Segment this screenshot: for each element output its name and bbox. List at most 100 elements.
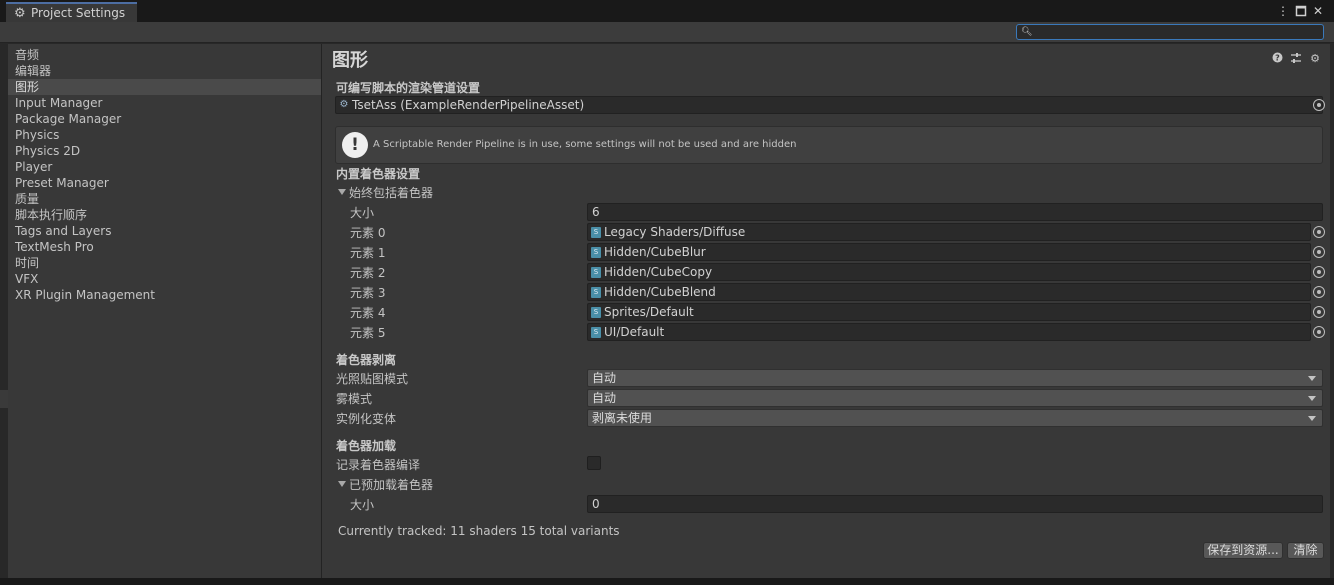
preset-icon[interactable] [1289, 52, 1303, 66]
preloaded-shaders-foldout-label[interactable]: 已预加载着色器 [349, 476, 433, 493]
log-shader-compilation-checkbox[interactable] [587, 456, 601, 470]
srp-asset-field[interactable]: ⚙ TsetAss (ExampleRenderPipelineAsset) [335, 96, 1323, 114]
window-bottom-edge [0, 578, 1334, 585]
shader-loading-section-header: 着色器加载 [336, 439, 397, 453]
element-shader-field[interactable]: S UI/Default [587, 323, 1311, 341]
sidebar-item-quality[interactable]: 质量 [8, 191, 321, 207]
shader-icon: S [591, 327, 601, 338]
instancing-variants-value: 剥离未使用 [592, 411, 653, 425]
chevron-down-icon [1308, 396, 1316, 401]
search-icon: 🔍︎ [1021, 27, 1033, 37]
shader-stripping-section-header: 着色器剥离 [336, 353, 397, 367]
sidebar-item-vfx[interactable]: VFX [8, 271, 321, 287]
fog-modes-dropdown[interactable]: 自动 [587, 389, 1323, 407]
sidebar-item-audio[interactable]: 音频 [8, 47, 321, 63]
sidebar-item-xr-plugin-management[interactable]: XR Plugin Management [8, 287, 321, 303]
element-shader-field[interactable]: S Sprites/Default [587, 303, 1311, 321]
object-picker-icon[interactable] [1313, 306, 1325, 318]
sidebar-item-input-manager[interactable]: Input Manager [8, 95, 321, 111]
element-shader-value: Hidden/CubeCopy [604, 265, 713, 279]
fog-modes-label: 雾模式 [336, 392, 373, 406]
warning-icon: ! [342, 132, 368, 158]
tracked-shaders-text: Currently tracked: 11 shaders 15 total v… [338, 524, 620, 538]
svg-text:?: ? [1275, 54, 1280, 63]
instancing-variants-dropdown[interactable]: 剥离未使用 [587, 409, 1323, 427]
sidebar-item-editor[interactable]: 编辑器 [8, 63, 321, 79]
sidebar-item-textmesh-pro[interactable]: TextMesh Pro [8, 239, 321, 255]
element-shader-value: Hidden/CubeBlur [604, 245, 706, 259]
background-panel-edge [0, 390, 8, 408]
instancing-variants-label: 实例化变体 [336, 412, 397, 426]
object-picker-icon[interactable] [1313, 99, 1325, 111]
object-picker-icon[interactable] [1313, 246, 1325, 258]
always-include-size-field[interactable]: 6 [587, 203, 1323, 221]
sidebar-item-script-execution-order[interactable]: 脚本执行顺序 [8, 207, 321, 223]
save-to-asset-button[interactable]: 保存到资源... [1203, 542, 1283, 559]
sidebar-item-physics[interactable]: Physics [8, 127, 321, 143]
srp-section-header: 可编写脚本的渲染管道设置 [336, 81, 481, 95]
object-picker-icon[interactable] [1313, 266, 1325, 278]
chevron-down-icon [1308, 416, 1316, 421]
sidebar-item-graphics[interactable]: 图形 [8, 79, 321, 95]
lightmap-modes-value: 自动 [592, 371, 617, 385]
element-shader-field[interactable]: S Hidden/CubeBlend [587, 283, 1311, 301]
object-picker-icon[interactable] [1313, 286, 1325, 298]
srp-asset-value: TsetAss (ExampleRenderPipelineAsset) [352, 98, 585, 112]
log-shader-compilation-label: 记录着色器编译 [336, 458, 421, 472]
preloaded-size-label: 大小 [350, 498, 375, 512]
builtin-shader-section-header: 内置着色器设置 [336, 167, 421, 181]
element-shader-value: Legacy Shaders/Diffuse [604, 225, 746, 239]
sidebar-item-tags-and-layers[interactable]: Tags and Layers [8, 223, 321, 239]
tab-project-settings[interactable]: ⚙ Project Settings [6, 2, 137, 22]
gear-icon[interactable]: ⚙ [1308, 52, 1322, 66]
element-shader-field[interactable]: S Legacy Shaders/Diffuse [587, 223, 1311, 241]
maximize-icon[interactable] [1293, 3, 1309, 19]
element-shader-field[interactable]: S Hidden/CubeCopy [587, 263, 1311, 281]
graphics-settings-panel: 图形 ? ⚙ 可编写脚本的渲染管道设置 ⚙ TsetAss (ExampleRe… [322, 44, 1330, 578]
tab-bar: ⚙ Project Settings ⋮ ✕ [0, 0, 1334, 22]
element-label: 元素 4 [350, 306, 386, 320]
always-include-size-label: 大小 [350, 206, 375, 220]
help-box-message: A Scriptable Render Pipeline is in use, … [373, 139, 797, 150]
element-label: 元素 0 [350, 226, 386, 240]
tab-label: Project Settings [31, 6, 126, 20]
sidebar-item-physics-2d[interactable]: Physics 2D [8, 143, 321, 159]
sidebar-item-preset-manager[interactable]: Preset Manager [8, 175, 321, 191]
close-icon[interactable]: ✕ [1310, 3, 1326, 19]
shader-icon: S [591, 287, 601, 298]
lightmap-modes-label: 光照贴图模式 [336, 372, 409, 386]
object-picker-icon[interactable] [1313, 226, 1325, 238]
page-title: 图形 [332, 50, 368, 71]
search-input[interactable]: 🔍︎ [1016, 24, 1324, 40]
shader-icon: S [591, 227, 601, 238]
kebab-menu-icon[interactable]: ⋮ [1275, 3, 1291, 19]
fog-modes-value: 自动 [592, 391, 617, 405]
element-label: 元素 2 [350, 266, 386, 280]
element-shader-value: Hidden/CubeBlend [604, 285, 716, 299]
always-include-foldout-label[interactable]: 始终包括着色器 [349, 184, 433, 201]
sidebar-item-time[interactable]: 时间 [8, 255, 321, 271]
chevron-down-icon [1308, 376, 1316, 381]
help-icon[interactable]: ? [1270, 52, 1284, 66]
foldout-arrow-icon[interactable] [338, 189, 346, 195]
lightmap-modes-dropdown[interactable]: 自动 [587, 369, 1323, 387]
settings-toolbar: 🔍︎ [0, 22, 1334, 43]
sidebar-item-player[interactable]: Player [8, 159, 321, 175]
element-label: 元素 5 [350, 326, 386, 340]
element-shader-value: UI/Default [604, 325, 665, 339]
preloaded-size-field[interactable]: 0 [587, 495, 1323, 513]
gear-icon: ⚙ [14, 5, 26, 21]
shader-icon: S [591, 307, 601, 318]
clear-button[interactable]: 清除 [1287, 542, 1324, 559]
foldout-arrow-icon[interactable] [338, 481, 346, 487]
element-label: 元素 3 [350, 286, 386, 300]
object-picker-icon[interactable] [1313, 326, 1325, 338]
shader-icon: S [591, 267, 601, 278]
element-shader-field[interactable]: S Hidden/CubeBlur [587, 243, 1311, 261]
shader-icon: S [591, 247, 601, 258]
help-box: ! A Scriptable Render Pipeline is in use… [335, 126, 1323, 164]
settings-sidebar: 音频 编辑器 图形 Input Manager Package Manager … [8, 44, 321, 578]
sidebar-item-package-manager[interactable]: Package Manager [8, 111, 321, 127]
project-settings-window: ⚙ Project Settings ⋮ ✕ 🔍︎ 音频 编辑器 图形 Inpu… [0, 0, 1334, 585]
element-label: 元素 1 [350, 246, 386, 260]
